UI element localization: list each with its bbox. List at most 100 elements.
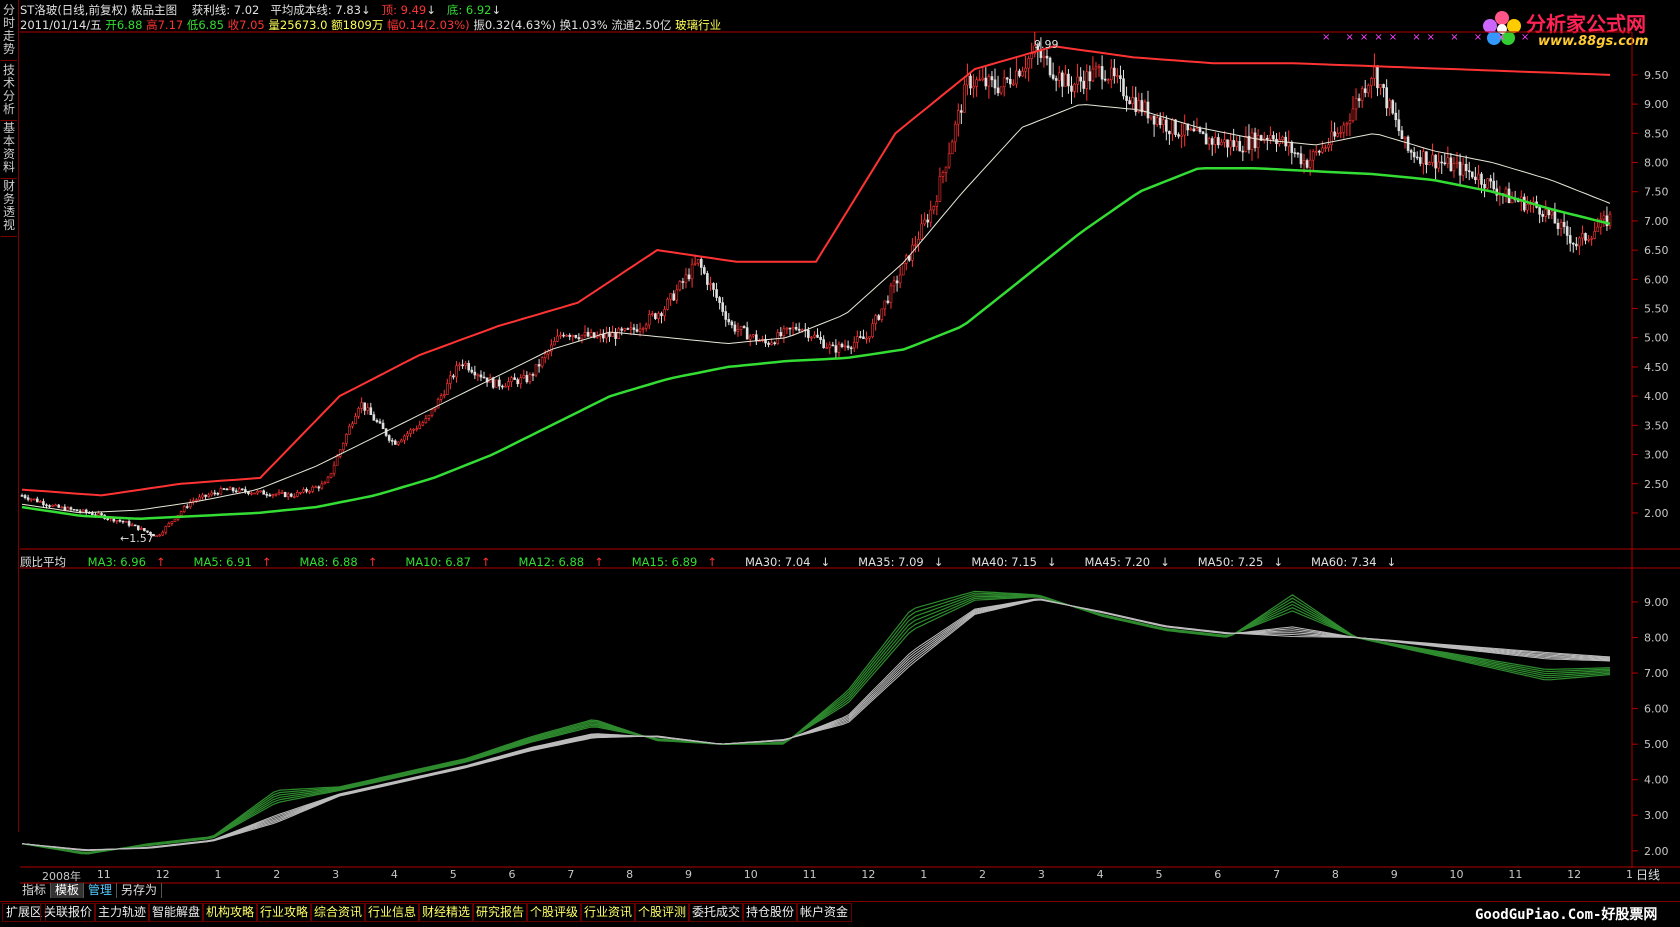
candle-body bbox=[464, 363, 467, 366]
candle-body bbox=[583, 331, 587, 336]
candle-body bbox=[280, 492, 284, 494]
candle-body bbox=[837, 343, 841, 353]
candle-body bbox=[1568, 235, 1572, 244]
candle-body bbox=[1366, 85, 1370, 93]
candle-body bbox=[1467, 170, 1471, 173]
candle-body bbox=[944, 166, 948, 173]
ma-value: MA50: 7.25 bbox=[1197, 555, 1264, 569]
candle-body bbox=[874, 315, 877, 324]
bottom-button[interactable]: 持仓股份 bbox=[742, 903, 799, 922]
candle-body bbox=[577, 337, 581, 340]
y-tick-label: 4.00 bbox=[1644, 774, 1669, 787]
candle-body bbox=[654, 313, 657, 319]
x-tick-label: 11 bbox=[802, 868, 817, 881]
candle-body bbox=[1091, 68, 1095, 82]
kline-chart[interactable]: 2.00 2.50 3.00 3.50 4.00 4.50 5.00 5.50 6.00 6.50… bbox=[0, 0, 1680, 926]
down-arrow-icon: ↓ bbox=[820, 555, 831, 569]
bottom-button[interactable]: 行业信息 bbox=[364, 903, 421, 922]
candle-body bbox=[969, 75, 972, 89]
candle-body bbox=[993, 79, 997, 89]
candle-body bbox=[1363, 88, 1367, 93]
candle-body bbox=[513, 377, 516, 380]
candle-body bbox=[400, 439, 403, 443]
candle-body bbox=[819, 337, 822, 340]
candle-body bbox=[1385, 87, 1388, 109]
candle-body bbox=[363, 402, 366, 411]
candle-body bbox=[1391, 100, 1395, 114]
candle-body bbox=[883, 300, 887, 310]
candle-body bbox=[1195, 128, 1199, 132]
bottom-button[interactable]: 研究报告 bbox=[472, 903, 529, 922]
candle-body bbox=[1354, 98, 1358, 110]
x-tick-label: 8 bbox=[1331, 868, 1339, 881]
candle-body bbox=[721, 302, 724, 312]
candle-body bbox=[69, 507, 73, 510]
candle-body bbox=[366, 407, 370, 411]
bottom-button[interactable]: 关联报价 bbox=[40, 903, 97, 922]
candle-body bbox=[1155, 117, 1159, 125]
long-ma-line bbox=[21, 598, 1611, 851]
bottom-button[interactable]: 主力轨迹 bbox=[94, 903, 151, 922]
overlay-line bbox=[21, 167, 1611, 520]
candle-body bbox=[60, 506, 64, 509]
candle-body bbox=[241, 488, 244, 491]
bottom-button[interactable]: 综合资讯 bbox=[310, 903, 367, 922]
bottom-button[interactable]: 委托成交 bbox=[688, 903, 745, 922]
candle-body bbox=[20, 495, 24, 497]
x-tick-label: 6 bbox=[1214, 868, 1222, 881]
candle-body bbox=[1018, 70, 1021, 77]
candle-body bbox=[519, 377, 523, 385]
candle-body bbox=[978, 79, 981, 81]
bottom-button[interactable]: 行业资讯 bbox=[580, 903, 637, 922]
candle-body bbox=[868, 336, 871, 339]
long-ma-line bbox=[21, 598, 1611, 852]
bottom-button[interactable]: 行业攻略 bbox=[256, 903, 313, 922]
x-tick-label: 12 bbox=[155, 868, 170, 881]
candle-body bbox=[1247, 135, 1251, 150]
bottom-button[interactable]: 个股评测 bbox=[634, 903, 691, 922]
bottom-button[interactable]: 帐户资金 bbox=[796, 903, 853, 922]
bottom-button[interactable]: 机构攻略 bbox=[202, 903, 259, 922]
candle-body bbox=[198, 496, 201, 501]
candle-body bbox=[678, 281, 682, 291]
tab-save-as[interactable]: 另存为 bbox=[117, 883, 163, 898]
candle-body bbox=[960, 110, 963, 113]
x-tick-label: 6 bbox=[508, 868, 516, 881]
bottom-button[interactable]: 个股评级 bbox=[526, 903, 583, 922]
candle-body bbox=[78, 510, 82, 513]
candle-body bbox=[1054, 78, 1058, 81]
candle-body bbox=[1412, 152, 1416, 158]
ma-legend-title[interactable]: 顾比平均 bbox=[20, 555, 66, 569]
candle-body bbox=[1425, 151, 1428, 165]
down-arrow-icon: ↓ bbox=[1160, 555, 1170, 569]
candle-body bbox=[611, 332, 614, 337]
bottom-button[interactable]: 财经精选 bbox=[418, 903, 475, 922]
tab-indicator[interactable]: 指标 bbox=[18, 883, 52, 898]
candle-body bbox=[293, 496, 296, 498]
candle-body bbox=[1012, 83, 1015, 86]
candle-body bbox=[871, 323, 874, 338]
candle-body bbox=[892, 280, 896, 287]
candle-body bbox=[225, 488, 229, 491]
x-tick-label: 5 bbox=[1155, 868, 1163, 881]
candle-body bbox=[504, 385, 507, 388]
candle-body bbox=[1177, 134, 1180, 137]
ma-value: MA3: 6.96 bbox=[87, 555, 146, 569]
candle-body bbox=[216, 493, 220, 495]
bottom-button[interactable]: 智能解盘 bbox=[148, 903, 205, 922]
candle-body bbox=[136, 525, 140, 530]
candle-body bbox=[501, 385, 504, 388]
tab-manage[interactable]: 管理 bbox=[84, 883, 118, 898]
candle-body bbox=[222, 488, 226, 490]
candle-body bbox=[730, 321, 734, 326]
candle-body bbox=[950, 141, 954, 155]
candle-body bbox=[651, 313, 654, 315]
candle-body bbox=[1409, 150, 1413, 153]
candle-body bbox=[825, 347, 829, 349]
tab-template[interactable]: 模板 bbox=[51, 883, 85, 898]
candle-body bbox=[751, 334, 755, 337]
period-label[interactable]: 日线 bbox=[1636, 866, 1660, 883]
candle-body bbox=[296, 491, 299, 497]
candle-body bbox=[1489, 178, 1492, 182]
candle-body bbox=[1330, 131, 1333, 146]
